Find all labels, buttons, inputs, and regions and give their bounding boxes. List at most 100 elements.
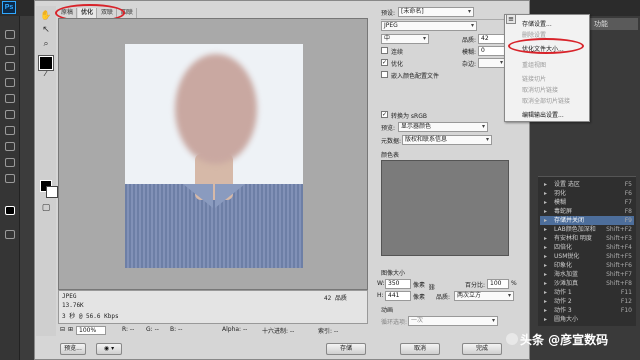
move-tool-icon[interactable] bbox=[5, 30, 15, 39]
compression-select[interactable]: 中 bbox=[381, 34, 429, 44]
menu-item-link-slices[interactable]: 链接切片 bbox=[522, 74, 546, 83]
preview-in-browser-button[interactable]: 预览... bbox=[60, 343, 86, 355]
settings-flyout-menu: 存储设置... 删除设置 优化文件大小... 重组视图 链接切片 取消切片链接 … bbox=[504, 14, 590, 122]
action-item[interactable]: ▸ 沙滩加真 Shift+F8 bbox=[540, 279, 634, 288]
action-item[interactable]: ▸ LAB颜色加深和 Shift+F2 bbox=[540, 225, 634, 234]
magic-wand-tool-icon[interactable] bbox=[5, 78, 15, 87]
loop-select[interactable]: 一次 bbox=[408, 316, 498, 326]
width-input[interactable]: 350 bbox=[385, 279, 411, 289]
quick-mask-icon[interactable] bbox=[5, 230, 15, 239]
action-shortcut: Shift+F3 bbox=[606, 235, 632, 242]
expand-triangle-icon[interactable]: ▸ bbox=[544, 207, 547, 216]
link-constrain-icon[interactable]: ⛓ bbox=[428, 284, 436, 291]
format-select[interactable]: JPEG bbox=[381, 21, 477, 31]
healing-tool-icon[interactable] bbox=[5, 126, 15, 135]
metadata-label: 元数据: bbox=[381, 138, 402, 145]
quality-input[interactable]: 42 bbox=[478, 34, 506, 44]
lasso-tool-icon[interactable] bbox=[5, 62, 15, 71]
menu-item-unlink-all-slices[interactable]: 取消全部切片链接 bbox=[522, 96, 570, 105]
action-item[interactable]: ▸ USM锐化 Shift+F5 bbox=[540, 252, 634, 261]
height-input[interactable]: 441 bbox=[385, 291, 411, 301]
action-item[interactable]: ▸ 毒蛇屏 F8 bbox=[540, 207, 634, 216]
action-item[interactable]: ▸ 羽化 F6 bbox=[540, 189, 634, 198]
expand-triangle-icon[interactable]: ▸ bbox=[544, 189, 547, 198]
eyedropper-tool-icon[interactable] bbox=[5, 110, 15, 119]
action-item[interactable]: ▸ 存储并关闭 F9 bbox=[540, 216, 634, 225]
zoom-plus-icon[interactable]: ⊞ bbox=[68, 326, 73, 333]
cancel-button[interactable]: 取消 bbox=[400, 343, 440, 355]
action-item[interactable]: ▸ 有安林和 明度 Shift+F3 bbox=[540, 234, 634, 243]
action-item[interactable]: ▸ 设置 选区 F5 bbox=[540, 180, 634, 189]
expand-triangle-icon[interactable]: ▸ bbox=[544, 297, 547, 306]
expand-triangle-icon[interactable]: ▸ bbox=[544, 243, 547, 252]
blur-input[interactable]: 0 bbox=[478, 46, 506, 56]
action-shortcut: Shift+F2 bbox=[606, 226, 632, 233]
expand-triangle-icon[interactable]: ▸ bbox=[544, 198, 547, 207]
action-label: 动作 3 bbox=[554, 307, 572, 314]
action-item[interactable]: ▸ 动作 2 F12 bbox=[540, 297, 634, 306]
expand-triangle-icon[interactable]: ▸ bbox=[544, 180, 547, 189]
preset-select[interactable]: [未命名] bbox=[398, 7, 474, 17]
metadata-select[interactable]: 版权和联系信息 bbox=[402, 135, 492, 145]
action-shortcut: F6 bbox=[624, 190, 632, 197]
workspace-label[interactable]: 功能 bbox=[590, 18, 638, 30]
action-item[interactable]: ▸ 四倍化 Shift+F4 bbox=[540, 243, 634, 252]
status-hex: 十六进制: -- bbox=[262, 328, 295, 335]
expand-triangle-icon[interactable]: ▸ bbox=[544, 315, 547, 324]
progressive-checkbox[interactable] bbox=[381, 47, 388, 54]
action-shortcut: F11 bbox=[620, 289, 632, 296]
expand-triangle-icon[interactable]: ▸ bbox=[544, 252, 547, 261]
photoshop-toolbar bbox=[0, 16, 20, 360]
zoom-minus-icon[interactable]: ⊟ bbox=[60, 326, 65, 333]
action-label: 动作 1 bbox=[554, 289, 572, 296]
foreground-color-icon[interactable] bbox=[5, 206, 15, 215]
photoshop-logo: Ps bbox=[2, 1, 16, 14]
color-table[interactable] bbox=[381, 160, 509, 256]
action-label: 四倍化 bbox=[554, 244, 573, 251]
slice-select-tool-icon[interactable]: ↖ bbox=[40, 24, 52, 36]
preview-select[interactable]: 显示器颜色 bbox=[398, 122, 488, 132]
expand-triangle-icon[interactable]: ▸ bbox=[544, 306, 547, 315]
embed-profile-checkbox[interactable] bbox=[381, 71, 388, 78]
zoom-tool-icon[interactable]: ⌕ bbox=[40, 38, 52, 50]
expand-triangle-icon[interactable]: ▸ bbox=[544, 216, 547, 225]
action-item[interactable]: ▸ 动作 3 F10 bbox=[540, 306, 634, 315]
eraser-tool-icon[interactable] bbox=[5, 174, 15, 183]
expand-triangle-icon[interactable]: ▸ bbox=[544, 225, 547, 234]
percent-input[interactable]: 100 bbox=[487, 279, 509, 289]
done-button[interactable]: 完成 bbox=[462, 343, 502, 355]
optimized-checkbox[interactable]: ✓ bbox=[381, 59, 388, 66]
browser-select-button[interactable]: ◉ ▾ bbox=[96, 343, 122, 355]
action-label: 圆角大小 bbox=[554, 316, 579, 323]
status-alpha: Alpha: -- bbox=[222, 326, 248, 333]
action-label: 沙滩加真 bbox=[554, 280, 579, 287]
resample-quality-select[interactable]: 两次立方 bbox=[454, 291, 514, 301]
action-item[interactable]: ▸ 海水加蓝 Shift+F7 bbox=[540, 270, 634, 279]
expand-triangle-icon[interactable]: ▸ bbox=[544, 279, 547, 288]
brush-tool-icon[interactable] bbox=[5, 142, 15, 151]
action-item[interactable]: ▸ 圆角大小 bbox=[540, 315, 634, 324]
menu-toggle-icon[interactable]: ≡ bbox=[506, 14, 516, 24]
action-item[interactable]: ▸ 动作 1 F11 bbox=[540, 288, 634, 297]
action-item[interactable]: ▸ 模糊 F7 bbox=[540, 198, 634, 207]
action-item[interactable]: ▸ 印象化 Shift+F6 bbox=[540, 261, 634, 270]
marquee-tool-icon[interactable] bbox=[5, 46, 15, 55]
save-button[interactable]: 存储 bbox=[326, 343, 366, 355]
eyedropper-color-swatch[interactable] bbox=[38, 55, 54, 71]
menu-item-unlink-slices[interactable]: 取消切片链接 bbox=[522, 85, 558, 94]
expand-triangle-icon[interactable]: ▸ bbox=[544, 234, 547, 243]
menu-item-save-settings[interactable]: 存储设置... bbox=[522, 19, 552, 28]
zoom-level[interactable]: 100% bbox=[76, 326, 106, 335]
menu-item-repopulate-views[interactable]: 重组视图 bbox=[522, 60, 546, 69]
toggle-slices-icon[interactable]: ▢ bbox=[40, 202, 52, 214]
convert-srgb-checkbox[interactable]: ✓ bbox=[381, 111, 388, 118]
menu-item-edit-output-settings[interactable]: 编辑输出设置... bbox=[522, 110, 564, 119]
expand-triangle-icon[interactable]: ▸ bbox=[544, 288, 547, 297]
matte-select[interactable] bbox=[478, 58, 506, 68]
expand-triangle-icon[interactable]: ▸ bbox=[544, 261, 547, 270]
background-swatch[interactable] bbox=[46, 186, 58, 198]
stamp-tool-icon[interactable] bbox=[5, 158, 15, 167]
hand-tool-icon[interactable]: ✋ bbox=[40, 10, 52, 22]
expand-triangle-icon[interactable]: ▸ bbox=[544, 270, 547, 279]
crop-tool-icon[interactable] bbox=[5, 94, 15, 103]
